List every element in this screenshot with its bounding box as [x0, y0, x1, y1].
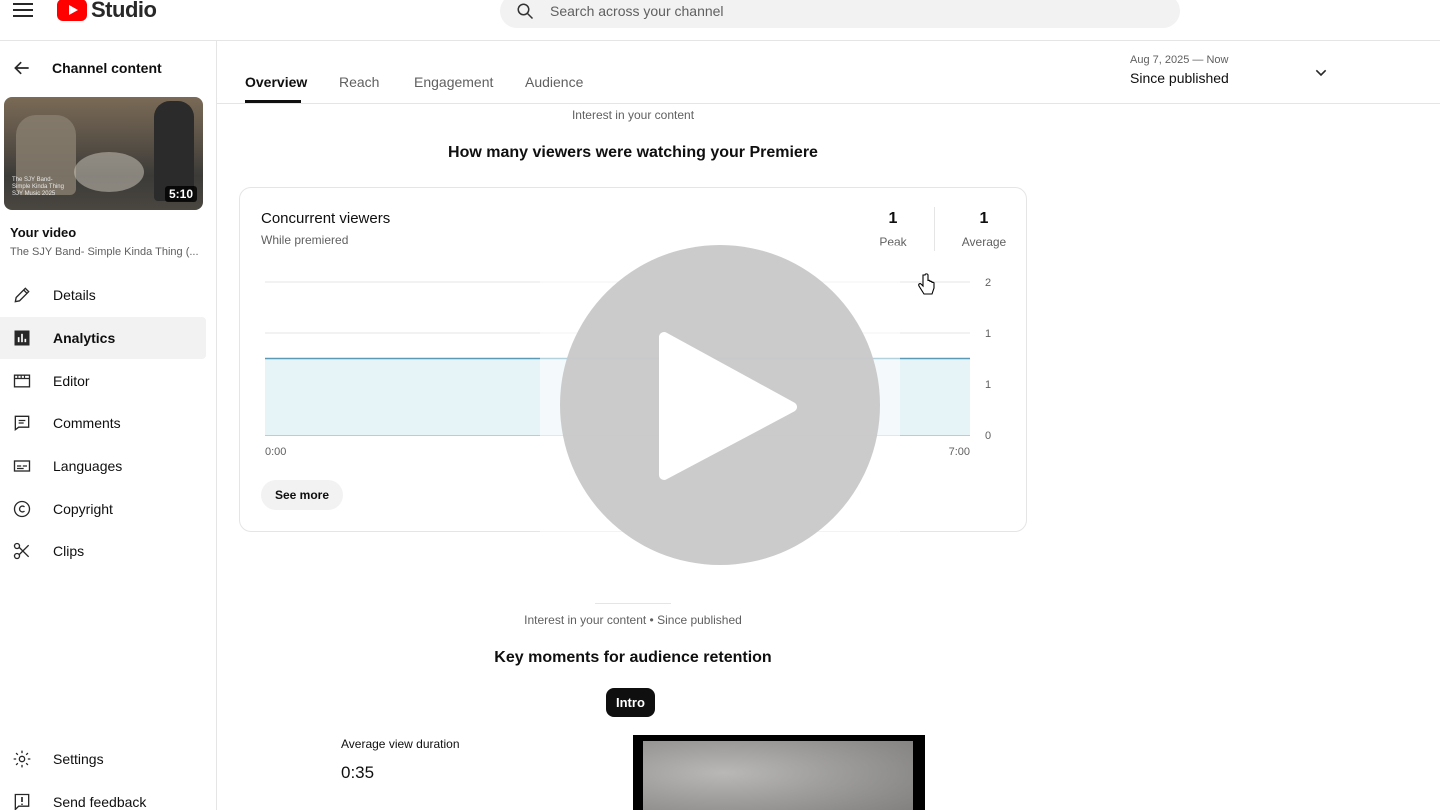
hand-cursor-icon — [918, 273, 935, 295]
youtube-logo-icon — [57, 0, 87, 21]
logo-text: Studio — [91, 0, 157, 22]
section-divider — [595, 603, 671, 604]
youtube-studio-logo[interactable]: Studio — [57, 0, 157, 23]
date-range-selector[interactable]: Aug 7, 2025 — Now Since published — [1130, 54, 1229, 86]
sidebar-item-label: Settings — [53, 751, 104, 768]
sidebar-item-label: Editor — [53, 372, 90, 389]
thumbnail-drums — [74, 152, 144, 192]
feedback-icon — [12, 792, 32, 810]
tab-audience[interactable]: Audience — [525, 74, 583, 90]
sidebar-item-languages[interactable]: Languages — [0, 445, 216, 488]
date-range-dates: Aug 7, 2025 — Now — [1130, 54, 1229, 66]
video-frame-image — [643, 741, 913, 810]
see-more-button[interactable]: See more — [261, 480, 344, 510]
sidebar-nav: Details Analytics Editor Comments Langua… — [0, 274, 216, 573]
average-view-duration-label: Average view duration — [341, 737, 460, 751]
analytics-icon — [12, 328, 32, 348]
thumbnail-caption: The SJY Band- Simple Kinda Thing SJY Mus… — [12, 177, 64, 197]
sidebar-item-details[interactable]: Details — [0, 274, 216, 317]
duration-badge: 5:10 — [164, 186, 197, 202]
sidebar-item-send-feedback[interactable]: Send feedback — [0, 781, 216, 810]
sidebar-item-label: Analytics — [53, 330, 116, 347]
back-to-channel-content[interactable]: Channel content — [0, 51, 216, 85]
date-range-label: Since published — [1130, 70, 1229, 86]
gear-icon — [12, 749, 32, 769]
section-title: How many viewers were watching your Prem… — [448, 144, 818, 161]
intro-chip[interactable]: Intro — [606, 688, 655, 717]
chevron-down-icon[interactable] — [1313, 65, 1329, 81]
key-moment-video-frame[interactable] — [633, 735, 925, 810]
y-tick-label: 1 — [985, 379, 991, 391]
average-view-duration-value: 0:35 — [341, 763, 375, 782]
analytics-tabs: Overview Reach Engagement Audience Aug 7… — [217, 41, 1440, 104]
sidebar-item-analytics[interactable]: Analytics — [0, 316, 206, 360]
copyright-icon — [12, 499, 32, 519]
sidebar: Channel content The SJY Band- Simple Kin… — [0, 41, 217, 810]
search-input[interactable] — [550, 3, 1110, 19]
editor-icon — [12, 371, 32, 391]
y-tick-label: 0 — [985, 430, 991, 442]
play-button-overlay[interactable] — [540, 245, 900, 565]
pencil-icon — [12, 285, 32, 305]
sidebar-bottom-nav: Settings Send feedback — [0, 738, 216, 810]
search-icon[interactable] — [516, 2, 534, 20]
languages-icon — [12, 456, 32, 476]
scissors-icon — [12, 541, 32, 561]
back-arrow-icon[interactable] — [12, 58, 32, 78]
section-label: Interest in your content • Since publish… — [524, 613, 742, 627]
tab-engagement[interactable]: Engagement — [414, 74, 493, 90]
section-title: Key moments for audience retention — [494, 649, 772, 666]
back-label: Channel content — [52, 60, 162, 76]
sidebar-item-label: Send feedback — [53, 794, 147, 810]
sidebar-item-comments[interactable]: Comments — [0, 402, 216, 445]
sidebar-item-copyright[interactable]: Copyright — [0, 487, 216, 530]
y-tick-label: 2 — [985, 277, 991, 289]
sidebar-item-label: Clips — [53, 543, 85, 560]
active-tab-indicator — [245, 100, 301, 103]
x-tick-label: 7:00 — [949, 446, 970, 458]
sidebar-item-clips[interactable]: Clips — [0, 530, 216, 573]
y-tick-label: 1 — [985, 328, 991, 340]
video-title[interactable]: The SJY Band- Simple Kinda Thing (... — [10, 246, 200, 258]
comments-icon — [12, 413, 32, 433]
sidebar-item-editor[interactable]: Editor — [0, 359, 216, 402]
search-bar[interactable] — [500, 0, 1180, 28]
sidebar-item-label: Copyright — [53, 500, 113, 517]
video-thumbnail[interactable]: The SJY Band- Simple Kinda Thing SJY Mus… — [4, 97, 203, 210]
menu-icon[interactable] — [13, 3, 33, 19]
your-video-label: Your video — [10, 225, 77, 240]
sidebar-item-label: Comments — [53, 415, 121, 432]
sidebar-item-label: Languages — [53, 458, 123, 475]
top-bar: Studio — [0, 0, 1440, 41]
x-tick-label: 0:00 — [265, 446, 286, 458]
tab-overview[interactable]: Overview — [245, 74, 307, 90]
section-label: Interest in your content — [571, 108, 695, 122]
tab-reach[interactable]: Reach — [339, 74, 379, 90]
sidebar-item-label: Details — [53, 287, 96, 304]
sidebar-item-settings[interactable]: Settings — [0, 738, 216, 781]
